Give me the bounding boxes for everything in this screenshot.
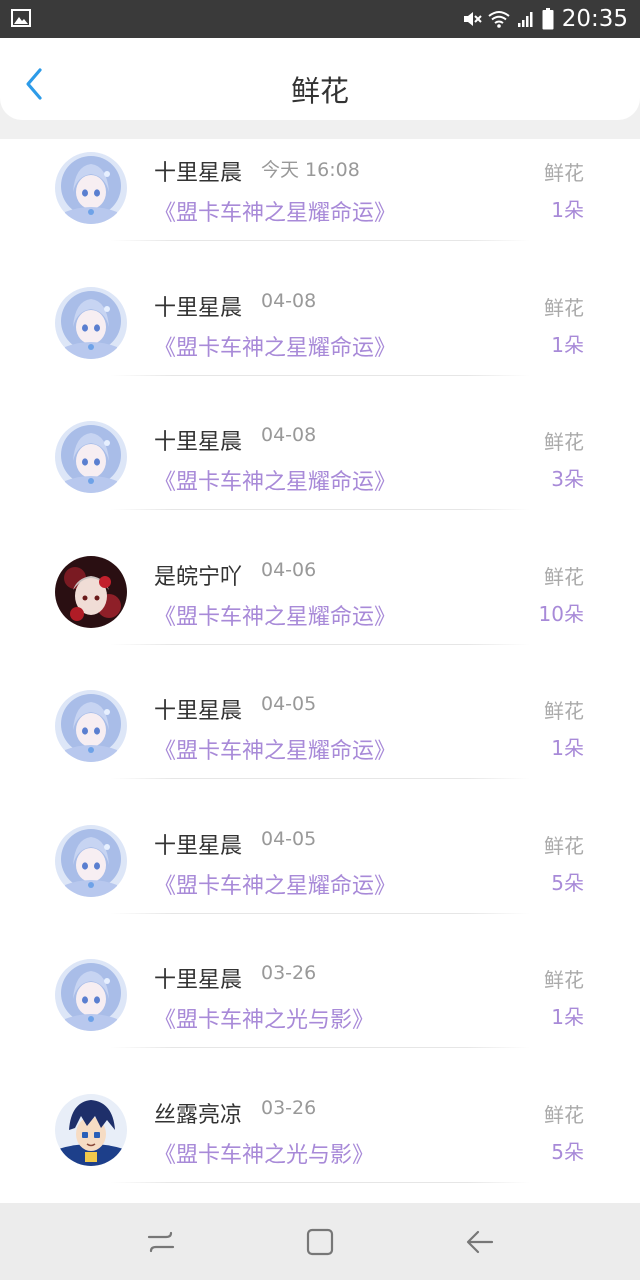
anime-girl-blue-avatar[interactable] xyxy=(55,824,127,897)
list-item[interactable]: 是皖宁吖 04-06 《盟卡车神之星耀命运》 鲜花 10朵 xyxy=(0,543,640,677)
user-name: 十里星晨 xyxy=(154,833,243,859)
list-item[interactable]: 十里星晨 04-05 《盟卡车神之星耀命运》 鲜花 1朵 xyxy=(0,677,640,811)
gift-type: 鲜花 xyxy=(544,968,584,992)
work-title-link[interactable]: 《盟卡车神之星耀命运》 xyxy=(154,464,396,496)
record-date: 04-05 xyxy=(261,827,317,850)
anime-girl-blue-avatar[interactable] xyxy=(55,959,127,1031)
gift-type: 鲜花 xyxy=(544,833,584,858)
anime-girl-blue-avatar[interactable] xyxy=(55,286,127,359)
row-divider xyxy=(110,1047,530,1048)
row-divider xyxy=(110,643,530,645)
gift-type: 鲜花 xyxy=(544,564,584,589)
row-divider xyxy=(110,374,530,376)
user-name: 十里星晨 xyxy=(154,161,243,186)
work-title-link[interactable]: 《盟卡车神之星耀命运》 xyxy=(154,195,396,227)
status-clock: 20:35 xyxy=(561,6,628,32)
list-item[interactable]: 十里星晨 今天 16:08 《盟卡车神之星耀命运》 鲜花 1朵 xyxy=(0,139,640,273)
flower-record-list: 十里星晨 今天 16:08 《盟卡车神之星耀命运》 鲜花 1朵 十里星晨 04-… xyxy=(0,139,640,1203)
home-icon[interactable] xyxy=(303,1225,337,1259)
record-date: 04-06 xyxy=(261,558,317,581)
anime-boy-blue-hair-avatar[interactable] xyxy=(55,1093,127,1166)
row-divider xyxy=(110,240,530,241)
record-date: 今天 16:08 xyxy=(261,159,360,181)
gift-count: 10朵 xyxy=(538,601,584,626)
gift-count: 1朵 xyxy=(551,332,584,357)
wifi-icon xyxy=(488,11,510,28)
gift-count: 5朵 xyxy=(551,870,584,895)
record-date: 04-05 xyxy=(261,693,317,715)
anime-girl-red-avatar[interactable] xyxy=(55,555,127,628)
gift-type: 鲜花 xyxy=(544,161,584,185)
mute-icon xyxy=(463,12,482,26)
gift-count: 1朵 xyxy=(551,736,584,760)
gift-type: 鲜花 xyxy=(544,699,584,723)
page-title: 鲜花 xyxy=(290,74,349,108)
user-name: 丝露亮凉 xyxy=(154,1102,243,1128)
work-title-link[interactable]: 《盟卡车神之星耀命运》 xyxy=(154,599,396,631)
row-divider xyxy=(110,1181,530,1183)
list-item[interactable]: 丝露亮凉 03-26 《盟卡车神之光与影》 鲜花 5朵 xyxy=(0,1081,640,1204)
gallery-icon xyxy=(11,9,31,27)
anime-girl-blue-avatar[interactable] xyxy=(55,421,127,493)
anime-girl-blue-avatar[interactable] xyxy=(55,690,127,762)
gift-count: 3朵 xyxy=(551,467,584,491)
gift-type: 鲜花 xyxy=(544,1102,584,1127)
work-title-link[interactable]: 《盟卡车神之星耀命运》 xyxy=(154,868,396,900)
anime-girl-blue-avatar[interactable] xyxy=(55,152,127,224)
row-divider xyxy=(110,912,530,914)
signal-icon xyxy=(517,12,533,27)
record-date: 04-08 xyxy=(261,289,317,312)
user-name: 十里星晨 xyxy=(154,295,243,321)
status-bar: 20:35 xyxy=(0,0,640,38)
app-header: 鲜花 xyxy=(0,38,640,120)
work-title-link[interactable]: 《盟卡车神之星耀命运》 xyxy=(154,733,396,765)
battery-icon xyxy=(542,8,554,30)
list-item[interactable]: 十里星晨 04-08 《盟卡车神之星耀命运》 鲜花 1朵 xyxy=(0,274,640,408)
work-title-link[interactable]: 《盟卡车神之光与影》 xyxy=(154,1137,374,1169)
system-nav-bar xyxy=(0,1203,640,1280)
list-item[interactable]: 十里星晨 04-05 《盟卡车神之星耀命运》 鲜花 5朵 xyxy=(0,812,640,946)
recent-apps-icon[interactable] xyxy=(144,1225,178,1259)
record-date: 04-08 xyxy=(261,424,317,446)
list-item[interactable]: 十里星晨 04-08 《盟卡车神之星耀命运》 鲜花 3朵 xyxy=(0,408,640,542)
user-name: 十里星晨 xyxy=(154,699,243,724)
work-title-link[interactable]: 《盟卡车神之星耀命运》 xyxy=(154,330,396,362)
work-title-link[interactable]: 《盟卡车神之光与影》 xyxy=(154,1002,374,1034)
user-name: 是皖宁吖 xyxy=(154,564,243,590)
user-name: 十里星晨 xyxy=(154,968,243,993)
gift-count: 5朵 xyxy=(551,1139,584,1164)
gift-type: 鲜花 xyxy=(544,295,584,320)
list-item[interactable]: 十里星晨 03-26 《盟卡车神之光与影》 鲜花 1朵 xyxy=(0,946,640,1080)
record-date: 03-26 xyxy=(261,962,317,984)
gift-count: 1朵 xyxy=(551,1005,584,1029)
gift-count: 1朵 xyxy=(551,198,584,222)
user-name: 十里星晨 xyxy=(154,430,243,455)
row-divider xyxy=(110,778,530,779)
record-date: 03-26 xyxy=(261,1096,317,1119)
gift-type: 鲜花 xyxy=(544,430,584,454)
back-arrow-icon[interactable] xyxy=(463,1225,497,1259)
row-divider xyxy=(110,509,530,510)
